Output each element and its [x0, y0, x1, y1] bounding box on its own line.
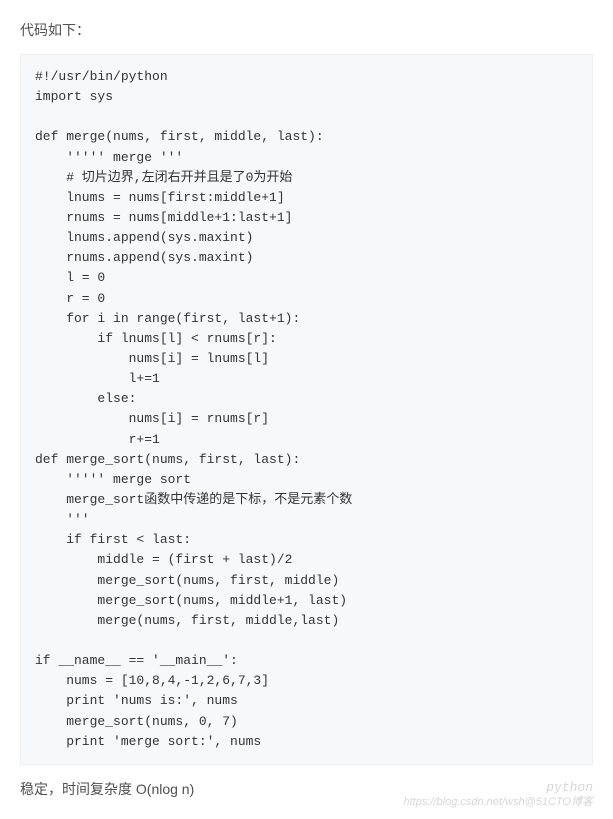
watermark-line1: python	[404, 780, 594, 796]
watermark-line2: https://blog.csdn.net/wsh@51CTO博客	[404, 796, 594, 809]
watermark: python https://blog.csdn.net/wsh@51CTO博客	[404, 780, 594, 809]
code-block: #!/usr/bin/python import sys def merge(n…	[20, 54, 593, 765]
intro-text: 代码如下：	[20, 20, 593, 40]
